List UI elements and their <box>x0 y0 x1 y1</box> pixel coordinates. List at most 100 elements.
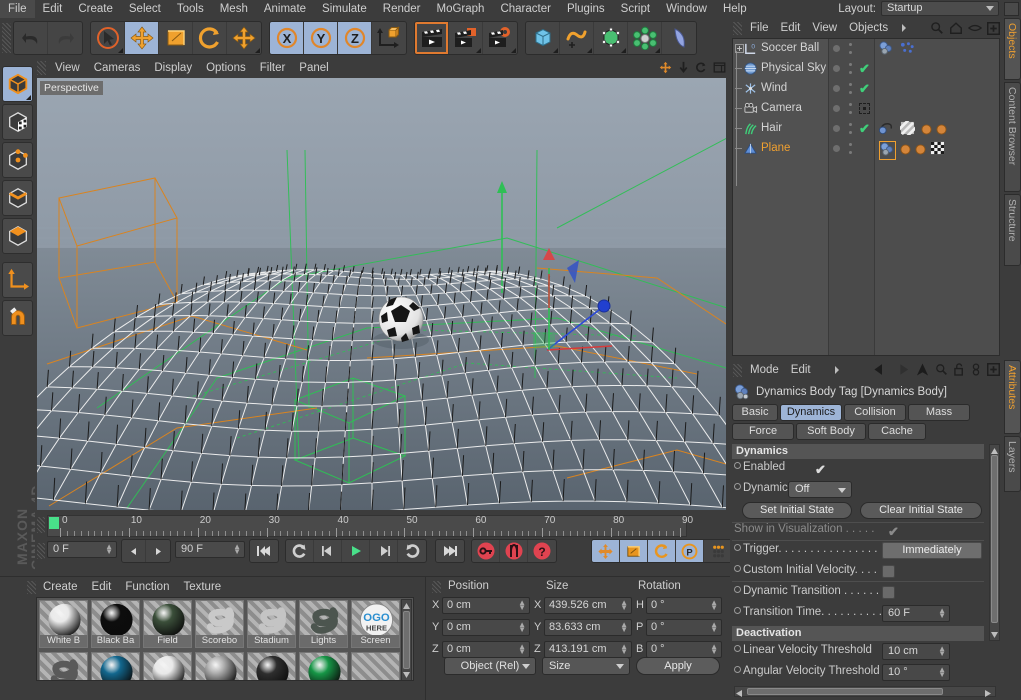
keyframe-ring-icon[interactable] <box>734 586 741 593</box>
goto-end-button[interactable] <box>436 540 464 562</box>
bend-deformer-icon[interactable] <box>662 22 696 54</box>
clear-initial-state-button[interactable]: Clear Initial State <box>860 502 982 519</box>
spinner-icon[interactable]: ▲▼ <box>620 643 628 656</box>
set-initial-state-button[interactable]: Set Initial State <box>742 502 852 519</box>
spinner-icon[interactable]: ▲▼ <box>938 607 946 620</box>
material-list[interactable]: OGO HERE Screen Lights Stadium Scorebo Field Bl… <box>36 597 414 681</box>
tag-hair-material-tag[interactable] <box>878 121 894 138</box>
keyframe-ring-icon[interactable] <box>734 607 741 614</box>
material-swatch[interactable] <box>299 652 348 680</box>
visibility-render-dot-top[interactable] <box>849 43 852 46</box>
plus-box-icon[interactable] <box>987 21 1000 35</box>
material-swatch[interactable] <box>351 652 400 680</box>
eye-icon[interactable] <box>968 22 982 34</box>
menu-file[interactable]: File <box>0 0 35 18</box>
tag-dynamics-body-tag[interactable] <box>879 141 896 160</box>
enabled-check-icon[interactable]: ✔ <box>859 61 870 77</box>
step-back-button[interactable] <box>314 540 342 562</box>
material-swatch[interactable]: White B <box>39 600 88 648</box>
transport-grip[interactable] <box>37 543 45 559</box>
model-mode-icon[interactable] <box>2 66 33 102</box>
size-mode-dropdown[interactable]: Size <box>542 657 630 675</box>
visibility-render-dot-bottom[interactable] <box>849 111 852 114</box>
material-swatch[interactable]: OGO HERE Screen <box>351 600 400 648</box>
size-y-field[interactable]: 83.633 cm ▲ ▼ <box>544 619 632 636</box>
object-menu-objects[interactable]: Objects <box>843 22 894 34</box>
menu-mesh[interactable]: Mesh <box>212 0 256 18</box>
viewport-grip[interactable] <box>37 61 46 75</box>
menu-character[interactable]: Character <box>492 0 559 18</box>
visibility-render-dot-bottom[interactable] <box>849 151 852 154</box>
position-y-field[interactable]: 0 cm ▲ ▼ <box>442 619 530 636</box>
window-corner-icon[interactable] <box>1004 2 1019 16</box>
object-tree[interactable]: 0 Soccer Ball Physical Sky ✔ Wind ✔ Camera Hair… <box>732 38 1000 356</box>
spinner-icon[interactable]: ▲▼ <box>620 599 628 612</box>
tag-tex1[interactable] <box>921 124 932 138</box>
size-z-field[interactable]: 413.191 cm ▲ ▼ <box>544 641 632 658</box>
material-swatch[interactable]: Field <box>143 600 192 648</box>
menu-mograph[interactable]: MoGraph <box>429 0 493 18</box>
tag-tex2[interactable] <box>915 144 926 158</box>
menu-create[interactable]: Create <box>70 0 121 18</box>
visibility-editor-dot[interactable] <box>833 145 840 152</box>
viewport-menu-display[interactable]: Display <box>147 62 199 74</box>
move-viewport-icon[interactable] <box>659 61 672 74</box>
material-swatch[interactable]: Stadium <box>247 600 296 648</box>
property-checkbox[interactable] <box>882 586 895 599</box>
scroll-up-arrow-icon[interactable] <box>403 601 410 610</box>
scroll-down-arrow-icon[interactable] <box>991 630 998 639</box>
move-alt-icon[interactable] <box>227 22 261 54</box>
rotation-h-field[interactable]: 0 ° ▲ ▼ <box>646 597 722 614</box>
move-icon[interactable] <box>125 22 159 54</box>
show-in-visualization-checkbox[interactable]: ✔ <box>888 524 899 540</box>
keyframe-ring-icon[interactable] <box>734 645 741 652</box>
spinner-icon[interactable]: ▲▼ <box>710 599 718 612</box>
material-menu-create[interactable]: Create <box>36 581 85 593</box>
visibility-editor-dot[interactable] <box>833 85 840 92</box>
points-mode-icon[interactable] <box>2 142 33 178</box>
edges-mode-icon[interactable] <box>2 180 33 216</box>
tag-tex1[interactable] <box>900 144 911 158</box>
viewport-3d-scene[interactable]: Perspective <box>37 78 726 510</box>
visibility-editor-dot[interactable] <box>833 45 840 52</box>
timeline-playhead[interactable] <box>49 517 59 529</box>
material-swatch[interactable]: Lights <box>299 600 348 648</box>
render-settings-icon[interactable] <box>483 22 517 54</box>
unlock-icon[interactable] <box>954 363 965 376</box>
visibility-render-dot-top[interactable] <box>849 83 852 86</box>
render-region-icon[interactable] <box>449 22 483 54</box>
position-x-field[interactable]: 0 cm ▲ ▼ <box>442 597 530 614</box>
polygons-mode-icon[interactable] <box>2 218 33 254</box>
world-object-coord-icon[interactable] <box>372 22 406 54</box>
trigger-value[interactable]: Immediately <box>882 542 982 559</box>
material-swatch[interactable] <box>39 652 88 680</box>
visibility-render-dot-top[interactable] <box>849 103 852 106</box>
lock-y-icon[interactable]: Y <box>304 22 338 54</box>
visibility-render-dot-bottom[interactable] <box>849 51 852 54</box>
keyframe-ring-icon[interactable] <box>734 666 741 673</box>
lock-z-icon[interactable]: Z <box>338 22 372 54</box>
material-swatch[interactable]: Scorebo <box>195 600 244 648</box>
tag-checker-texture-tag[interactable] <box>930 141 945 158</box>
array-deformer-icon[interactable] <box>628 22 662 54</box>
material-manager-grip[interactable] <box>27 581 36 594</box>
object-menu-view[interactable]: View <box>806 22 843 34</box>
tab-attributes[interactable]: Attributes <box>1004 360 1021 434</box>
enabled-checkbox[interactable]: ✔ <box>815 462 826 478</box>
attributes-grip[interactable] <box>733 363 742 377</box>
viewport-menu-panel[interactable]: Panel <box>292 62 335 74</box>
spinner-icon[interactable]: ▲▼ <box>938 666 946 679</box>
spinner-icon[interactable]: ▲▼ <box>105 543 113 556</box>
rotate-viewport-icon[interactable] <box>695 61 707 74</box>
point-level-animation-toggle[interactable] <box>704 540 732 562</box>
menu-render[interactable]: Render <box>375 0 429 18</box>
viewport-menu-options[interactable]: Options <box>199 62 253 74</box>
object-row[interactable]: Camera <box>733 99 999 119</box>
property-value-field[interactable]: 10 ° ▲ ▼ <box>882 664 950 681</box>
texture-mode-icon[interactable] <box>2 104 33 140</box>
attributes-tab-soft-body[interactable]: Soft Body <box>796 423 866 440</box>
undo-icon[interactable] <box>14 22 48 54</box>
material-swatch[interactable] <box>247 652 296 680</box>
timeline-ruler[interactable]: 0 10 20 30 40 50 60 70 80 90 <box>47 515 693 537</box>
viewport-menu-cameras[interactable]: Cameras <box>87 62 148 74</box>
